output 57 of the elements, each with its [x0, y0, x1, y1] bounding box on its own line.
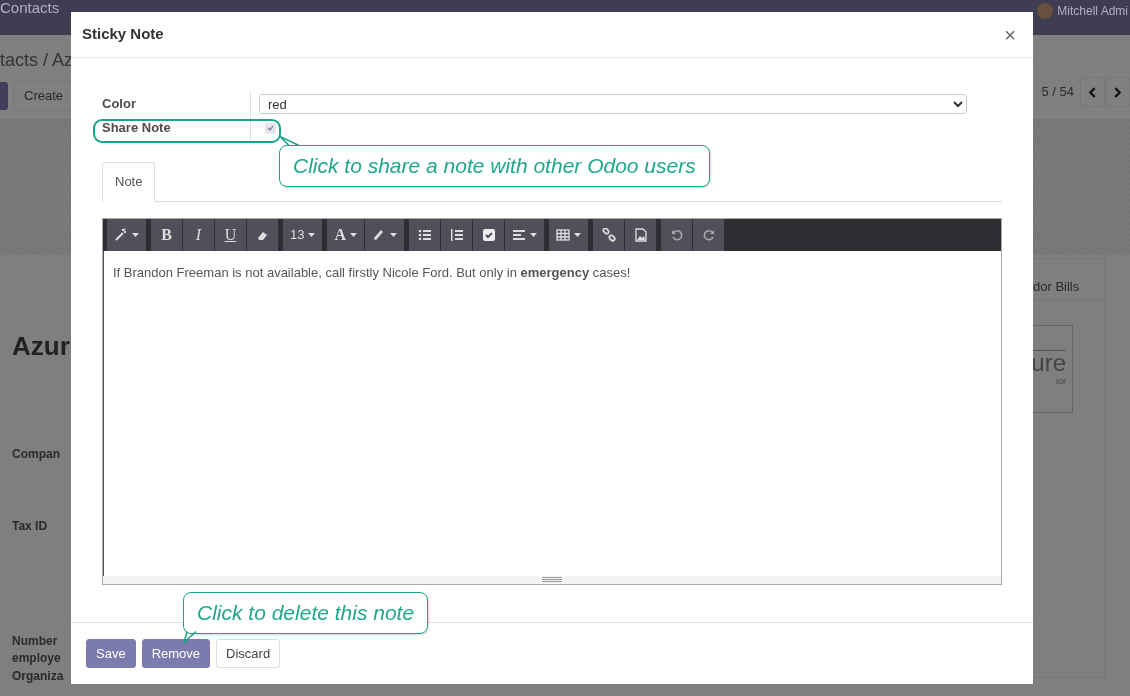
- checklist-icon: [481, 227, 496, 242]
- dialog-title: Sticky Note: [82, 24, 164, 45]
- toolbar-button[interactable]: U: [215, 218, 246, 251]
- toolbar-button[interactable]: [661, 218, 693, 251]
- toolbar-button[interactable]: [625, 218, 657, 251]
- dialog-button[interactable]: Discard: [216, 639, 281, 668]
- close-button[interactable]: ×: [998, 24, 1022, 45]
- toolbar-button[interactable]: 13: [283, 218, 323, 251]
- app-title[interactable]: Contacts: [0, 0, 60, 15]
- align-icon: [512, 227, 527, 242]
- table-icon: [556, 227, 571, 242]
- user-menu[interactable]: Mitchell Admi: [1057, 2, 1128, 20]
- chevron-right-icon: [1113, 87, 1122, 99]
- toolbar-button[interactable]: [473, 218, 505, 251]
- toolbar-button[interactable]: [505, 218, 545, 251]
- tab[interactable]: dor Bills: [1033, 276, 1080, 296]
- pager: 5 / 54: [1041, 83, 1074, 101]
- tab[interactable]: Note: [102, 162, 156, 202]
- link-icon: [601, 227, 616, 242]
- redo-icon: [701, 227, 716, 242]
- numbered-list-icon: [449, 227, 464, 242]
- field-label: Number employe Organiza: [12, 632, 65, 685]
- magic-wand-icon: [114, 227, 128, 242]
- dialog-button[interactable]: Save: [86, 639, 136, 668]
- callout: Click to delete this note: [183, 592, 429, 634]
- bullet-list-icon: [417, 227, 432, 242]
- primary-button[interactable]: [0, 81, 8, 110]
- callout: Click to share a note with other Odoo users: [279, 145, 710, 187]
- callout-tail: [181, 631, 197, 643]
- toolbar-button[interactable]: A: [327, 218, 365, 251]
- breadcrumb[interactable]: tacts / Az: [0, 47, 75, 74]
- field-label: Share Note: [102, 119, 172, 138]
- callout-tail: [277, 136, 301, 146]
- color-select[interactable]: red: [259, 94, 967, 114]
- chevron-left-icon: [1088, 87, 1097, 99]
- toolbar-button[interactable]: [247, 218, 278, 251]
- previous-button[interactable]: [1080, 77, 1105, 107]
- toolbar-button[interactable]: [549, 218, 589, 251]
- undo-icon: [669, 227, 684, 242]
- toolbar-button[interactable]: [107, 218, 146, 251]
- field-label: Compan: [12, 446, 61, 463]
- record-title: Azur: [12, 330, 71, 363]
- resize-handle-icon[interactable]: [542, 577, 562, 582]
- toolbar-button[interactable]: [693, 218, 725, 251]
- dialog-button[interactable]: Remove: [141, 639, 211, 668]
- toolbar-button[interactable]: B: [151, 218, 182, 251]
- image-icon: [633, 227, 648, 242]
- field-label: Tax ID: [12, 518, 49, 536]
- field-label: Color: [102, 95, 137, 114]
- toolbar-button[interactable]: I: [183, 218, 214, 251]
- note-text[interactable]: If Brandon Freeman is not available, call firstly Nicole Ford. But only in emergency cases!: [103, 250, 1001, 576]
- toolbar-button[interactable]: [365, 218, 405, 251]
- toolbar-button[interactable]: [409, 218, 441, 251]
- toolbar-button[interactable]: [593, 218, 625, 251]
- next-button[interactable]: [1105, 77, 1130, 107]
- toolbar-button[interactable]: [441, 218, 473, 251]
- share-checkbox[interactable]: [265, 122, 276, 134]
